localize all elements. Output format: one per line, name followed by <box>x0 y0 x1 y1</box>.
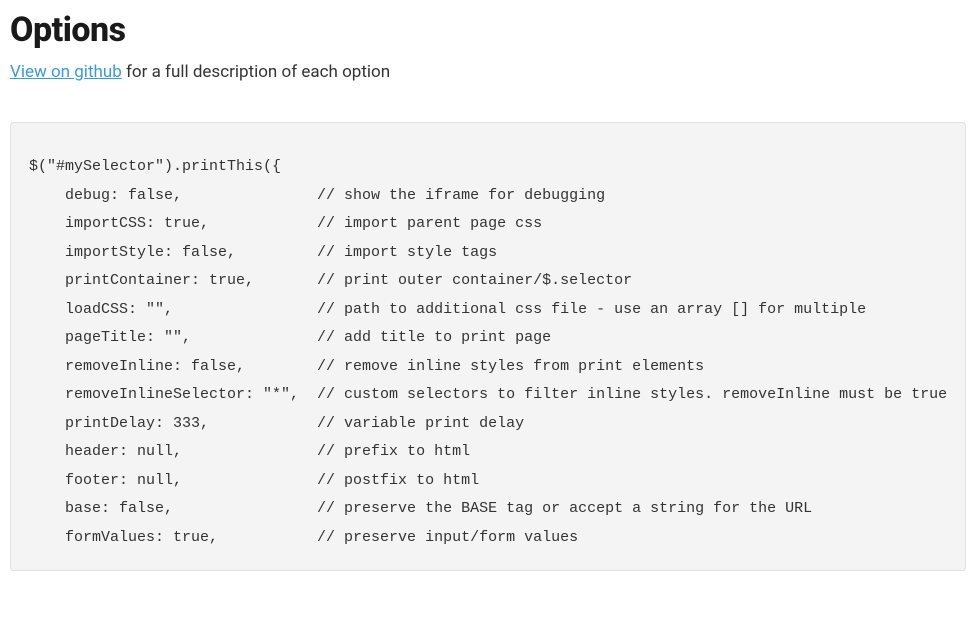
subtitle-text: for a full description of each option <box>122 62 390 82</box>
subtitle-paragraph: View on github for a full description of… <box>10 62 966 82</box>
code-block: $("#mySelector").printThis({ debug: fals… <box>10 122 966 571</box>
github-link[interactable]: View on github <box>10 62 122 82</box>
page-heading: Options <box>10 10 966 50</box>
